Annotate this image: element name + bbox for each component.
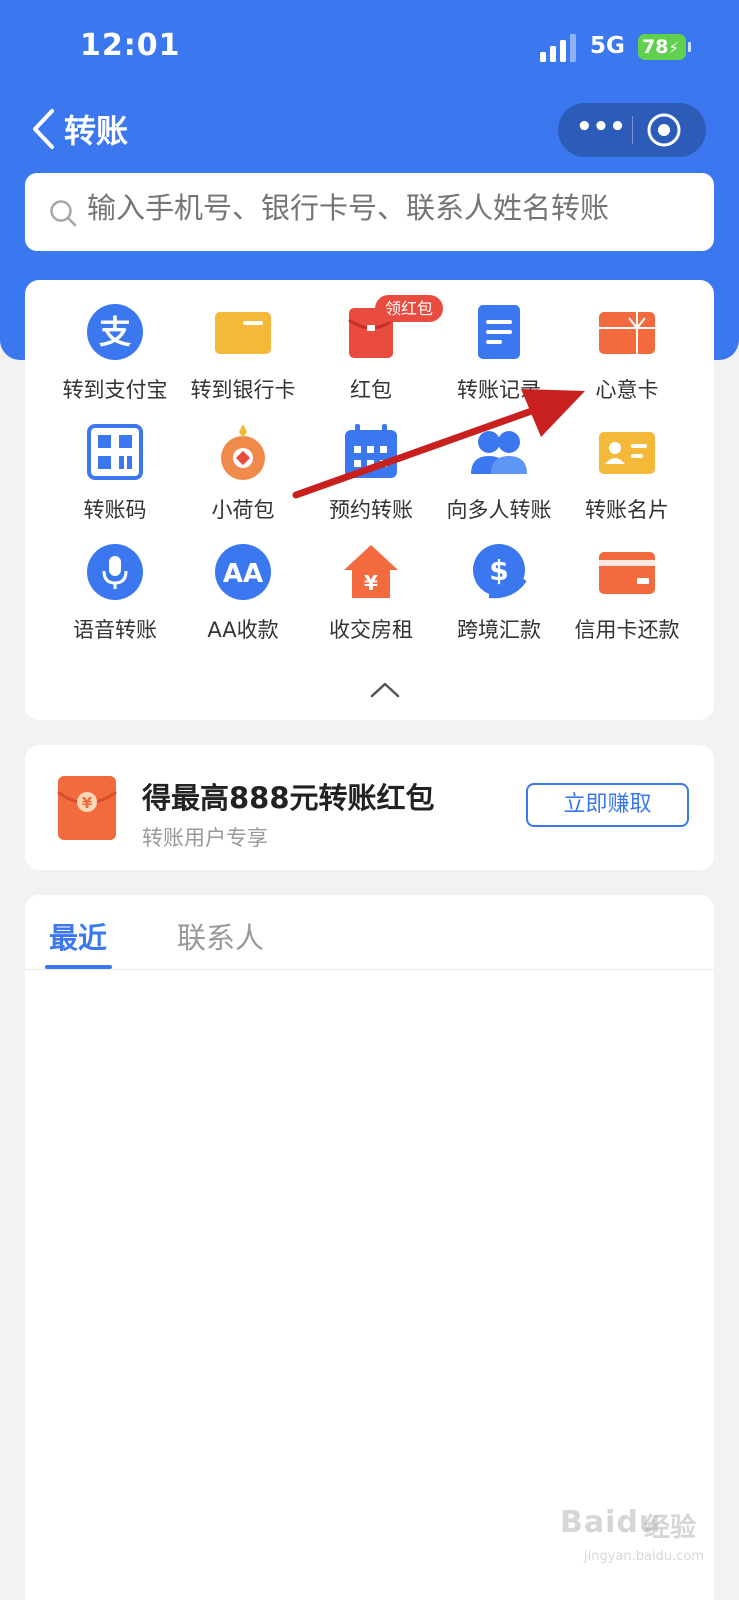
capsule-divider [632,116,633,144]
promo-card: ¥ 得最高888元转账红包 转账用户专享 立即赚取 [25,745,714,870]
gift-card-icon [599,312,655,354]
baidu-watermark: Baidu 经验 jingyan.baidu.com [560,1505,720,1575]
grid-item-rent[interactable]: ¥ 收交房租 [307,542,435,654]
grid-label: 转到银行卡 [190,378,296,402]
record-icon [478,305,520,359]
grid-label: 向多人转账 [446,498,552,522]
battery-level: 78 [642,36,669,58]
grid-item-bank-card[interactable]: 转到银行卡 [179,302,307,414]
promo-title: 得最高888元转账红包 [142,781,435,815]
tab-contacts[interactable]: 联系人 [177,915,264,957]
grid-item-credit-card[interactable]: 信用卡还款 [563,542,691,654]
grid-label: 转账记录 [457,378,541,402]
svg-text:AA: AA [223,559,263,589]
calendar-icon [345,424,397,478]
pouch-icon [221,424,265,480]
mini-program-capsule: ••• [558,103,706,157]
red-packet-badge: 领红包 [375,295,444,322]
grid-item-scheduled-transfer[interactable]: 预约转账 [307,422,435,534]
tab-recent[interactable]: 最近 [49,915,107,957]
collapse-chevron-icon[interactable] [369,679,401,699]
grid-label: 转账名片 [585,498,669,522]
microphone-icon [87,544,143,600]
function-grid: 支 转到支付宝 转到银行卡 红包 转账记录 心意卡 领红包 转账码 小荷包 预约… [25,280,714,720]
search-icon [50,200,77,227]
more-icon[interactable]: ••• [576,114,626,143]
close-target-icon[interactable] [646,112,682,148]
grid-item-gift-card[interactable]: 心意卡 [563,302,691,414]
grid-label: AA收款 [207,618,279,642]
search-bar[interactable] [25,173,714,251]
grid-item-alipay[interactable]: 支 转到支付宝 [51,302,179,414]
grid-label: 转到支付宝 [62,378,168,402]
promo-currency: ¥ [82,794,93,812]
bank-card-icon [215,312,271,354]
grid-label: 转账码 [83,498,147,522]
grid-label: 收交房租 [329,618,413,642]
grid-item-voice-transfer[interactable]: 语音转账 [51,542,179,654]
grid-item-cross-border[interactable]: $ 跨境汇款 [435,542,563,654]
aa-icon: AA [215,544,271,600]
qr-code-icon [87,424,143,480]
red-envelope-icon: ¥ [57,776,117,840]
alipay-icon: 支 [87,304,143,360]
watermark-text: 经验 [644,1513,697,1543]
grid-item-business-card[interactable]: 转账名片 [563,422,691,534]
network-type: 5G [590,33,625,59]
grid-label: 语音转账 [73,618,157,642]
svg-text:支: 支 [99,313,131,351]
grid-item-qr-code[interactable]: 转账码 [51,422,179,534]
business-card-icon [599,432,655,474]
multi-user-icon [471,431,527,474]
svg-text:¥: ¥ [364,571,378,595]
contacts-panel: 最近 联系人 [25,895,714,1600]
grid-label: 跨境汇款 [457,618,541,642]
grid-label: 红包 [350,378,392,402]
grid-item-transfer-record[interactable]: 转账记录 [435,302,563,414]
tabs-divider [25,969,714,970]
grid-item-multi-transfer[interactable]: 向多人转账 [435,422,563,534]
grid-label: 信用卡还款 [574,618,680,642]
grid-label: 小荷包 [211,498,275,522]
svg-text:$: $ [489,554,508,587]
search-input[interactable] [87,191,687,225]
battery-indicator: 78⚡ [638,34,686,60]
signal-icon [540,34,576,62]
status-bar: 12:01 5G 78⚡ [0,0,739,96]
earn-now-button[interactable]: 立即赚取 [526,783,689,827]
page-title: 转账 [64,112,129,150]
grid-item-pouch[interactable]: 小荷包 [179,422,307,534]
dollar-icon: $ [473,544,527,599]
status-time: 12:01 [80,28,181,63]
back-button[interactable] [30,108,56,150]
battery-tip [688,42,691,52]
grid-item-aa-collect[interactable]: AA AA收款 [179,542,307,654]
promo-subtitle: 转账用户专享 [142,826,268,850]
watermark-url: jingyan.baidu.com [584,1549,704,1564]
credit-card-icon [599,552,655,594]
grid-label: 心意卡 [595,378,659,402]
grid-label: 预约转账 [329,498,413,522]
house-icon: ¥ [344,545,398,598]
